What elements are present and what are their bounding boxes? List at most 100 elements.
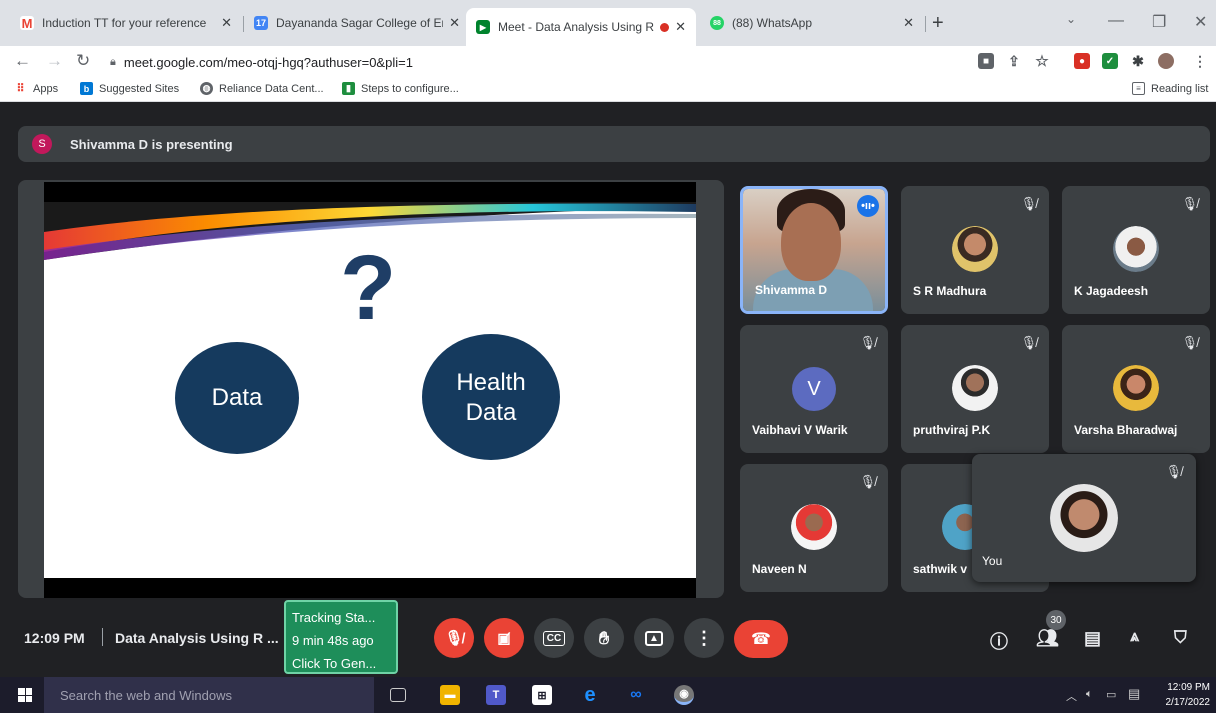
avatar xyxy=(791,504,837,550)
taskbar-search-placeholder: Search the web and Windows xyxy=(60,687,232,703)
bookmark-apps[interactable]: ⠿ Apps xyxy=(14,82,58,96)
tab-title: (88) WhatsApp xyxy=(732,16,813,30)
close-window-button[interactable]: ✕ xyxy=(1194,12,1207,32)
taskbar-time: 12:09 PM xyxy=(1167,682,1210,693)
bookmark-page-icon: ▮ xyxy=(342,82,355,95)
people-icon[interactable]: 👥︎ xyxy=(1036,628,1059,649)
present-now-button[interactable]: ▲ xyxy=(634,618,674,658)
forward-arrow-icon[interactable]: → xyxy=(46,51,63,71)
file-explorer-icon[interactable]: ▬ xyxy=(440,685,460,705)
camera-toggle-button[interactable]: ▣̸ xyxy=(484,618,524,658)
bookmark-reliance[interactable]: ◍ Reliance Data Cent... xyxy=(200,82,324,95)
presenting-text: Shivamma D is presenting xyxy=(70,136,233,152)
browser-menu-icon[interactable]: ⋮ xyxy=(1192,53,1208,69)
taskbar-clock[interactable]: 12:09 PM 2/17/2022 xyxy=(1166,680,1211,710)
screen-share-panel[interactable]: ? Data Health Data xyxy=(18,180,724,598)
tab-search-icon[interactable]: ⌄ xyxy=(1066,12,1076,26)
tab-meet[interactable]: ▶ Meet - Data Analysis Using R ✕ xyxy=(466,8,696,46)
health-data-line2: Data xyxy=(465,399,517,426)
task-view-icon[interactable] xyxy=(390,688,406,702)
participant-tile-pruthviraj[interactable]: 🎙︎̸ pruthviraj P.K xyxy=(901,325,1049,453)
data-circle-label: Data xyxy=(211,384,263,411)
more-options-button[interactable]: ⋮ xyxy=(684,618,724,658)
present-screen-icon: ▲ xyxy=(645,630,663,646)
extensions-puzzle-icon[interactable]: ✱ xyxy=(1130,53,1146,69)
apps-grid-icon: ⠿ xyxy=(16,83,25,95)
profile-avatar[interactable] xyxy=(1158,53,1174,69)
reading-list-icon: ≡ xyxy=(1132,82,1145,95)
raise-hand-button[interactable]: ✋︎ xyxy=(584,618,624,658)
meet-control-bar: 12:09 PM Data Analysis Using R ... Track… xyxy=(0,600,1216,674)
attendance-tracker-popup[interactable]: Tracking Sta... 9 min 48s ago Click To G… xyxy=(284,600,398,674)
bookmark-label: Steps to configure... xyxy=(361,82,459,95)
chat-icon[interactable]: ▤ xyxy=(1084,628,1101,649)
close-tab-icon[interactable]: ✕ xyxy=(675,19,686,35)
bookmark-suggested-sites[interactable]: b Suggested Sites xyxy=(80,82,179,95)
meta-icon[interactable]: ∞ xyxy=(626,685,646,705)
host-controls-shield-icon[interactable]: ⛉ xyxy=(1174,628,1187,648)
browser-toolbar: ← → ↻ 🔒︎ meet.google.com/meo-otqj-hgq?au… xyxy=(0,46,1216,78)
recording-dot-icon xyxy=(660,22,670,32)
mic-toggle-button[interactable]: 🎙︎̸ xyxy=(434,618,474,658)
tracker-elapsed: 9 min 48s ago xyxy=(292,633,374,648)
new-tab-button[interactable]: + xyxy=(932,12,944,35)
store-icon[interactable]: ⊞ xyxy=(532,685,552,705)
participant-name: K Jagadeesh xyxy=(1074,284,1149,298)
edge-icon[interactable]: e xyxy=(580,684,600,706)
close-tab-icon[interactable]: ✕ xyxy=(903,15,914,31)
notifications-icon[interactable]: ▤ xyxy=(1128,686,1140,702)
participant-tile-vaibhavi[interactable]: 🎙︎̸ V Vaibhavi V Warik xyxy=(740,325,888,453)
tab-gmail[interactable]: M Induction TT for your reference ✕ xyxy=(10,8,242,38)
self-label: You xyxy=(982,554,1003,568)
self-view-tile[interactable]: 🎙︎̸ You xyxy=(972,454,1196,582)
participant-tile-shivamma[interactable]: •ıı• Shivamma D xyxy=(740,186,888,314)
lock-icon: 🔒︎ xyxy=(110,55,116,68)
participant-tile-madhura[interactable]: 🎙︎̸ S R Madhura xyxy=(901,186,1049,314)
extension-red-icon[interactable]: ● xyxy=(1074,53,1090,69)
participant-tile-varsha[interactable]: 🎙︎̸ Varsha Bharadwaj xyxy=(1062,325,1210,453)
meeting-title[interactable]: Data Analysis Using R ... xyxy=(115,630,279,646)
bing-icon: b xyxy=(80,82,93,95)
reload-icon[interactable]: ↻ xyxy=(76,51,90,71)
participant-tile-jagadeesh[interactable]: 🎙︎̸ K Jagadeesh xyxy=(1062,186,1210,314)
camera-in-use-icon[interactable]: ■ xyxy=(978,53,994,69)
participant-tile-naveen[interactable]: 🎙︎̸ Naveen N xyxy=(740,464,888,592)
tab-separator xyxy=(925,16,926,32)
taskbar-search-box[interactable]: Search the web and Windows xyxy=(44,677,374,713)
chrome-icon[interactable]: ◉ xyxy=(674,685,694,705)
extension-green-check-icon[interactable]: ✓ xyxy=(1102,53,1118,69)
close-tab-icon[interactable]: ✕ xyxy=(221,15,232,31)
question-mark-symbol: ? xyxy=(340,237,397,339)
share-icon[interactable]: ⇪ xyxy=(1006,53,1022,69)
calendar-icon: 17 xyxy=(254,16,268,30)
meeting-details-icon[interactable]: ⓘ xyxy=(990,628,1008,654)
teams-icon[interactable]: T xyxy=(486,685,506,705)
activities-icon[interactable]: ⩓ xyxy=(1130,628,1139,646)
tracker-action[interactable]: Click To Gen... xyxy=(292,652,390,675)
hang-up-icon: ☎︎ xyxy=(751,631,771,648)
back-arrow-icon[interactable]: ← xyxy=(14,51,31,71)
battery-icon[interactable]: ▭ xyxy=(1106,688,1116,701)
address-bar[interactable]: 🔒︎ meet.google.com/meo-otqj-hgq?authuser… xyxy=(110,49,970,75)
bookmark-steps[interactable]: ▮ Steps to configure... xyxy=(342,82,459,95)
tracker-status: Tracking Sta... xyxy=(292,610,376,625)
leave-call-button[interactable]: ☎︎ xyxy=(734,620,788,658)
reading-list-button[interactable]: ≡ Reading list xyxy=(1132,82,1208,95)
tab-whatsapp[interactable]: 88 (88) WhatsApp ✕ xyxy=(700,8,924,38)
volume-icon[interactable]: 🔈︎ xyxy=(1086,688,1093,701)
mic-off-icon: 🎙︎̸ xyxy=(1020,196,1037,211)
bookmark-star-icon[interactable]: ☆ xyxy=(1034,53,1050,70)
windows-start-icon[interactable] xyxy=(18,688,32,702)
meeting-clock: 12:09 PM xyxy=(24,630,85,646)
captions-icon: CC xyxy=(542,630,566,646)
minimize-window-button[interactable]: — xyxy=(1108,12,1124,30)
restore-window-button[interactable]: ❐ xyxy=(1152,12,1166,32)
close-tab-icon[interactable]: ✕ xyxy=(449,15,460,31)
tray-chevron-icon[interactable]: ︿ xyxy=(1066,688,1077,704)
tab-calendar[interactable]: 17 Dayananda Sagar College of Eng ✕ xyxy=(244,8,470,38)
health-data-line1: Health xyxy=(456,369,526,396)
bookmark-label: Reliance Data Cent... xyxy=(219,82,324,95)
avatar xyxy=(952,226,998,272)
presenter-avatar: S xyxy=(32,134,52,154)
captions-button[interactable]: CC xyxy=(534,618,574,658)
